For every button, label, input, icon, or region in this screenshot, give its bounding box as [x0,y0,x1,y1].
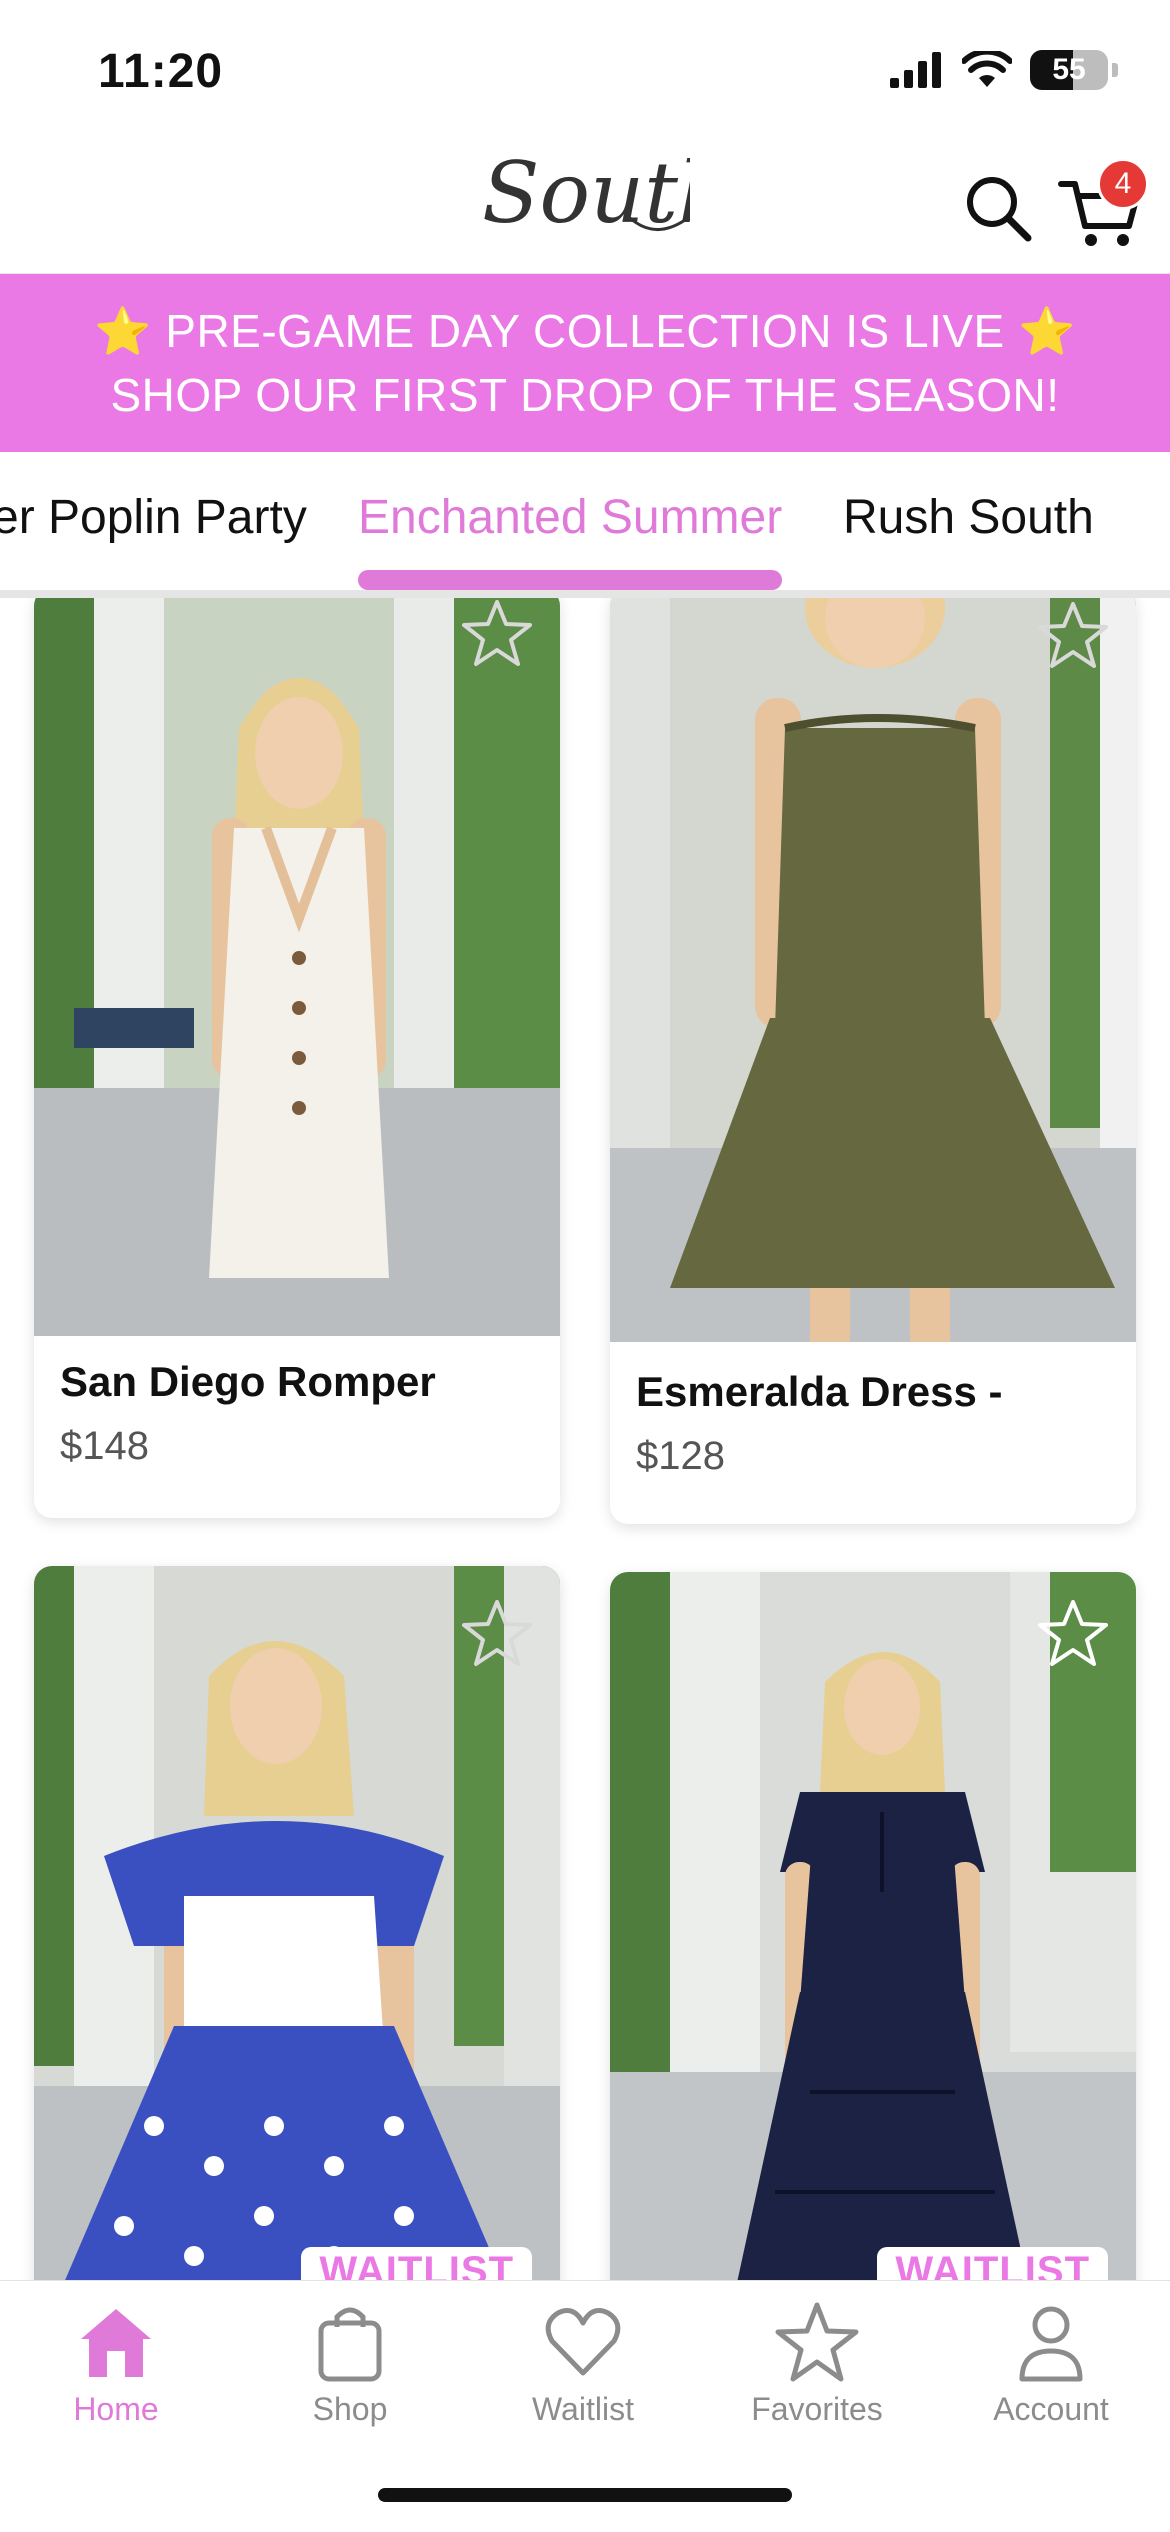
tabbar-label-shop: Shop [312,2391,388,2427]
tab-rush-south[interactable]: Rush South [843,490,1094,545]
promo-line-2: SHOP OUR FIRST DROP OF THE SEASON! [110,369,1060,421]
favorite-star-icon[interactable] [1036,598,1110,672]
tabbar-item-account[interactable]: Account [951,2299,1151,2428]
person-icon [1019,2306,1083,2382]
promo-line-1: ⭐ PRE-GAME DAY COLLECTION IS LIVE ⭐ [0,299,1170,363]
cellular-signal-icon [890,52,941,88]
tabbar-item-waitlist[interactable]: Waitlist [483,2299,683,2428]
tabbar-item-home[interactable]: Home [16,2299,216,2428]
esmeralda-dress-bodice [775,728,985,1028]
south-logo[interactable]: South [480,148,690,248]
logo-text: South [482,148,690,242]
tabbar-label-favorites: Favorites [751,2391,883,2427]
cart-button[interactable]: 4 [1055,158,1149,252]
status-icons: 55 [890,50,1118,90]
home-icon [81,2309,151,2377]
waitlist-badge: WAITLIST [877,2247,1108,2280]
shopping-bag-icon [318,2307,382,2382]
star-emoji-icon: ⭐ [1018,305,1076,357]
battery-icon: 55 [1030,50,1108,90]
product-card[interactable]: WAITLIST [610,1572,1136,2280]
star-icon [775,2302,859,2382]
tabbar-item-shop[interactable]: Shop [250,2299,450,2428]
product-card[interactable]: WAITLIST [34,1566,560,2280]
heart-icon [545,2308,621,2376]
product-card[interactable]: Esmeralda Dress - $128 [610,598,1136,1524]
promo-banner[interactable]: ⭐ PRE-GAME DAY COLLECTION IS LIVE ⭐ SHOP… [0,274,1170,452]
product-image[interactable] [610,1572,1136,2280]
product-image[interactable] [610,598,1136,1342]
favorite-star-icon[interactable] [460,598,534,670]
product-price: $148 [60,1424,149,1468]
favorite-star-icon[interactable] [1036,1596,1110,1670]
status-bar: 11:20 55 [0,0,1170,140]
promo-line-1-text: PRE-GAME DAY COLLECTION IS LIVE [165,305,1005,357]
product-name: San Diego Romper [60,1358,436,1405]
tabbar-label-waitlist: Waitlist [532,2391,634,2427]
battery-level: 55 [1052,53,1086,86]
tabbar-label-home: Home [73,2391,159,2427]
product-grid: San Diego Romper $148 Esmeralda Dress - … [0,598,1170,2280]
app-header: South 4 [0,140,1170,274]
tab-enchanted-summer[interactable]: Enchanted Summer [358,490,782,545]
product-image[interactable] [34,598,560,1336]
favorite-star-icon[interactable] [460,1596,534,1670]
tabbar-item-favorites[interactable]: Favorites [717,2299,917,2428]
product-price: $128 [636,1434,725,1478]
tabbar-label-account: Account [993,2391,1109,2427]
cart-count-badge: 4 [1097,158,1149,210]
status-time: 11:20 [98,45,224,98]
category-tabs[interactable]: er Poplin Party Enchanted Summer Rush So… [0,452,1170,598]
waitlist-badge: WAITLIST [301,2247,532,2280]
home-indicator [378,2488,792,2502]
product-card[interactable]: San Diego Romper $148 [34,598,560,1518]
active-tab-indicator [358,570,782,590]
product-name: Esmeralda Dress - [636,1368,1003,1415]
search-icon[interactable] [958,168,1038,248]
product-image[interactable] [34,1566,560,2280]
tab-poplin-party[interactable]: er Poplin Party [0,490,307,545]
wifi-icon [962,51,1012,87]
star-emoji-icon: ⭐ [94,305,152,357]
battery-tip [1112,63,1118,77]
